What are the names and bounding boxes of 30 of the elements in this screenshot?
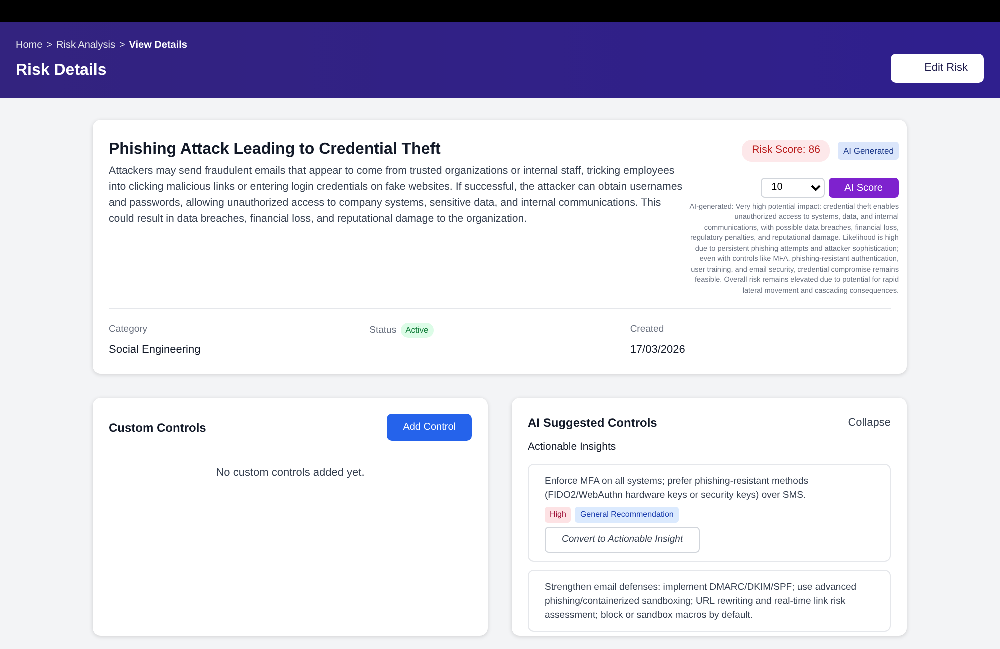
field-value: 17/03/2026 [630, 342, 686, 358]
breadcrumb-link[interactable]: Home [16, 38, 43, 53]
page-title: Risk Details [16, 61, 108, 80]
status-pill: Active [400, 323, 434, 338]
field-label: Category [109, 323, 149, 338]
ai-generated-badge: AI Generated [838, 142, 899, 160]
collapse-link[interactable]: Collapse [848, 414, 891, 432]
field-label: Status [370, 324, 397, 338]
convert-button[interactable]: Convert to Actionable Insight [545, 526, 700, 553]
risk-score-pill: Risk Score: 86 [742, 140, 830, 162]
risk-description: Attackers may send fraudulent emails that appear to come from trusted organizations or internal staff, tricking employees into clicking malicious links or entering login credentials on fake websites. If successful, the attacker can obtain usernames and passwords, allowing unauthorized access to company systems, sensitive data, and internal communications. This could result in data breaches, financial loss, and reputational damage to the organization. [109, 164, 684, 228]
insight-text: Strengthen email defenses: implement DMARC/DKIM/SPF; use advanced phishing/containerized sandboxing; URL rewriting and real-time link risk assessment; block or sandbox macros by default. [545, 580, 858, 623]
breadcrumb-separator: > [46, 39, 53, 53]
score-select[interactable]: 10 [760, 178, 825, 198]
add-control-button[interactable]: Add Control [387, 414, 472, 441]
empty-message: No custom controls added yet. [215, 466, 366, 481]
panel-title: AI Suggested Controls [528, 415, 658, 432]
insight-text: Enforce MFA on all systems; prefer phishing-resistant methods (FIDO2/WebAuthn hardware keys or security keys) over SMS. [545, 474, 810, 503]
panel-title: Custom Controls [109, 420, 206, 436]
priority-tag: High [545, 506, 572, 523]
field-value: Social Engineering [109, 342, 202, 358]
breadcrumb-separator: > [119, 39, 126, 53]
category-tag: General Recommendation [575, 506, 679, 523]
section-subtitle: Actionable Insights [528, 440, 618, 455]
ai-score-button[interactable]: AI Score [828, 178, 899, 198]
breadcrumb-current: View Details [129, 39, 188, 53]
edit-risk-button[interactable]: Edit Risk [890, 54, 984, 82]
breadcrumb-link[interactable]: Risk Analysis [56, 38, 116, 53]
field-label: Created [630, 323, 666, 338]
risk-title: Phishing Attack Leading to Credential Theft [109, 140, 442, 160]
